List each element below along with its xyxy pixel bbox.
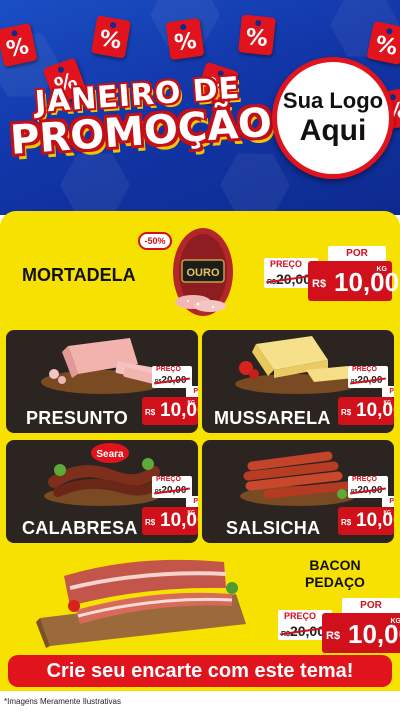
currency: R$ (312, 278, 327, 290)
hex-pattern (220, 153, 290, 215)
percent-tag-icon: % (90, 15, 132, 59)
promo-title: JANEIRO DE PROMOÇÃO (9, 71, 274, 164)
bacon-name-line2: PEDAÇO (305, 574, 365, 590)
percent-tag-icon: % (0, 22, 38, 68)
unit: KG (376, 266, 388, 273)
por-label: POR (186, 386, 198, 397)
currency: R$ (341, 408, 352, 417)
unit: KG (383, 400, 392, 406)
store-logo-placeholder: Sua Logo Aqui (272, 57, 394, 179)
por-label: POR (342, 598, 400, 613)
por-label: POR (328, 246, 386, 261)
unit: KG (383, 510, 392, 516)
bacon-image (36, 559, 246, 648)
por-label: POR (382, 496, 394, 507)
old-price-box: PREÇO R$20,00 (152, 366, 192, 388)
new-price: 10,00 (334, 267, 400, 297)
new-price-box: R$ 10,00 KG (142, 397, 198, 425)
currency: R$ (145, 408, 156, 417)
preco-label: PREÇO (352, 476, 377, 483)
header-banner: % % % % % % % % JANEIRO DE PROMOÇÃO Sua … (0, 0, 400, 215)
unit: KG (187, 400, 196, 406)
bacon-name-line1: BACON (309, 557, 361, 573)
hex-pattern (60, 153, 130, 215)
product-name-bacon: BACON PEDAÇO (300, 557, 370, 591)
product-name-mussarela: MUSSARELA (214, 408, 331, 428)
product-name-calabresa: CALABRESA (22, 518, 138, 538)
currency: R$ (145, 518, 156, 527)
product-card-salsicha: SALSICHA PREÇO R$20,00 POR R$ 10,00 KG (202, 440, 394, 543)
preco-label: PREÇO (156, 476, 181, 483)
price-tag-mortadela: PREÇO R$20,00 POR R$ 10,00 KG (264, 246, 399, 308)
preco-label: PREÇO (270, 259, 303, 269)
discount-badge: -50% (138, 232, 172, 250)
currency: R$ (326, 630, 341, 642)
preco-label: PREÇO (352, 366, 377, 373)
product-name-presunto: PRESUNTO (26, 408, 129, 428)
seara-brand: Seara (96, 449, 124, 460)
product-name-mortadela: MORTADELA (22, 265, 136, 285)
por-label: POR (186, 496, 198, 507)
new-price-tag-mussarela: POR R$ 10,00 KG (334, 386, 394, 432)
percent-tag-icon: % (165, 17, 205, 61)
old-price-box: PREÇO R$20,00 (152, 476, 192, 498)
new-price-tag-salsicha: POR R$ 10,00 KG (334, 496, 394, 542)
mortadela-image: OURO (173, 228, 233, 316)
old-price-box: PREÇO R$20,00 (348, 476, 388, 498)
cta-banner-button[interactable]: Crie seu encarte com este tema! (8, 655, 392, 687)
logo-text-line2: Aqui (299, 114, 367, 147)
new-price-box: R$ 10,00 KG (308, 261, 399, 301)
preco-label: PREÇO (156, 366, 181, 373)
unit: KG (187, 510, 196, 516)
mortadela-brand: OURO (187, 267, 220, 279)
preco-label: PREÇO (284, 611, 317, 621)
product-name-salsicha: SALSICHA (226, 518, 321, 538)
logo-text-line1: Sua Logo (282, 88, 384, 113)
por-label: POR (382, 386, 394, 397)
new-price-box: R$ 10,00 KG (142, 507, 198, 535)
currency: R$ (341, 518, 352, 527)
product-card-presunto: PRESUNTO PREÇO R$20,00 POR R$ 10,00 KG (6, 330, 198, 433)
new-price-box: R$ 10,00 KG (322, 613, 400, 653)
footer-disclaimer: *Imagens Meramente Ilustrativas (4, 697, 121, 706)
product-card-calabresa: Seara CALABRESA PREÇO R$20,00 POR R$ 10,… (6, 440, 198, 543)
new-price-box: R$ 10,00 KG (338, 507, 394, 535)
new-price-box: R$ 10,00 KG (338, 397, 394, 425)
price-tag-bacon: PREÇO R$20,00 POR R$ 10,00 KG (278, 598, 400, 660)
product-card-mussarela: MUSSARELA PREÇO R$20,00 POR R$ 10,00 KG (202, 330, 394, 433)
old-price-box: PREÇO R$20,00 (348, 366, 388, 388)
percent-tag-icon: % (238, 14, 276, 56)
seara-logo: Seara (91, 443, 129, 463)
new-price-tag-presunto: POR R$ 10,00 KG (138, 386, 198, 432)
new-price-tag-calabresa: POR R$ 10,00 KG (138, 496, 198, 542)
unit: KG (390, 618, 400, 625)
